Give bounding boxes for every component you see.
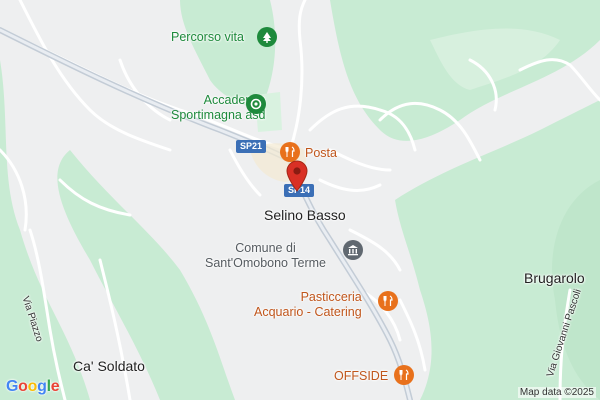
- forest-areas: [0, 0, 600, 400]
- logo-letter: o: [27, 378, 38, 395]
- restaurant-icon[interactable]: [394, 365, 414, 385]
- restaurant-icon[interactable]: [280, 142, 300, 162]
- poi-comune-line2: Sant'Omobono Terme: [205, 256, 326, 270]
- map-base-layer: [0, 0, 600, 400]
- poi-posta-label[interactable]: Posta: [305, 146, 337, 161]
- poi-pasticceria-label[interactable]: Pasticceria Acquario - Catering: [254, 290, 362, 320]
- city-hall-icon[interactable]: [343, 240, 363, 260]
- restaurant-icon[interactable]: [378, 291, 398, 311]
- place-selino-basso: Selino Basso: [264, 207, 346, 223]
- poi-offside-label[interactable]: OFFSIDE: [334, 369, 388, 384]
- poi-comune-line1: Comune di: [235, 241, 296, 255]
- poi-comune-label[interactable]: Comune di Sant'Omobono Terme: [205, 241, 326, 271]
- google-logo: Google: [6, 378, 60, 396]
- poi-percorso-vita-label[interactable]: Percorso vita: [171, 30, 244, 45]
- location-pin-icon[interactable]: [286, 160, 308, 192]
- tree-icon[interactable]: [257, 27, 277, 47]
- map-view[interactable]: Percorso vita Accademia Sportimagna asd …: [0, 0, 600, 400]
- logo-letter: G: [6, 378, 19, 395]
- poi-pasticceria-line1: Pasticceria: [300, 290, 362, 304]
- poi-pasticceria-line2: Acquario - Catering: [254, 305, 362, 319]
- logo-letter: g: [37, 378, 47, 395]
- road-shield-sp21: SP21: [236, 140, 267, 153]
- map-attribution[interactable]: Map data ©2025: [517, 387, 596, 398]
- place-ca-soldato: Ca' Soldato: [73, 358, 145, 374]
- logo-letter: o: [18, 378, 28, 395]
- logo-letter: e: [50, 378, 60, 395]
- place-brugarolo: Brugarolo: [524, 270, 585, 286]
- sports-icon[interactable]: [246, 94, 266, 114]
